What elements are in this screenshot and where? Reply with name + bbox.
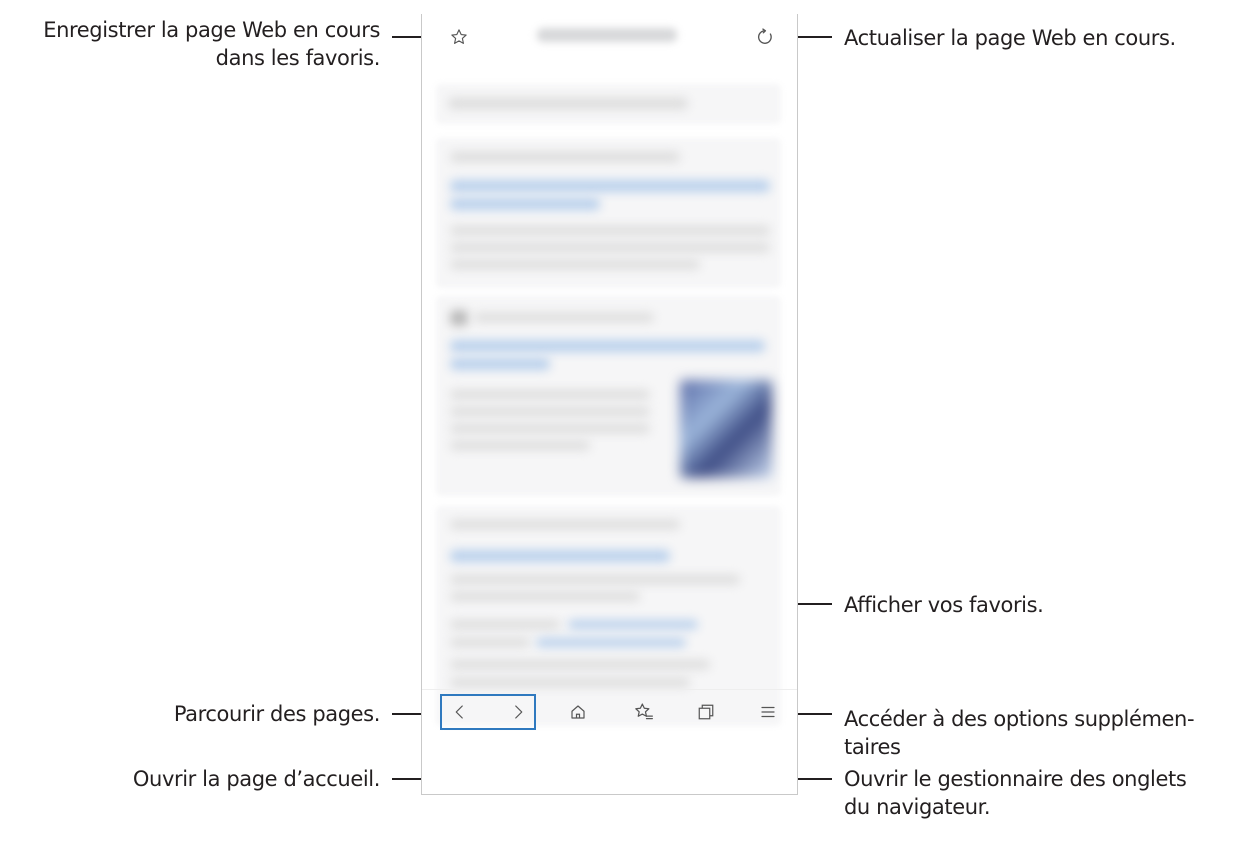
blurred-text (450, 520, 680, 529)
blurred-link (450, 180, 770, 192)
back-chevron-icon[interactable] (448, 700, 472, 724)
home-icon[interactable] (566, 700, 590, 724)
blurred-text (474, 313, 654, 322)
blurred-link (568, 620, 698, 629)
forward-chevron-icon[interactable] (506, 700, 530, 724)
web-page-content[interactable] (428, 60, 791, 731)
bookmarks-list-icon[interactable] (632, 700, 656, 724)
blurred-link (450, 550, 670, 562)
blurred-text (450, 424, 650, 433)
callout-bookmark-page: Enregistrer la page Web en cours dans le… (43, 18, 380, 70)
browser-screen (421, 14, 798, 795)
star-outline-icon[interactable] (448, 26, 470, 48)
blurred-link (536, 638, 686, 647)
blurred-text (450, 592, 640, 601)
blurred-text (450, 620, 560, 629)
blurred-text (450, 678, 690, 687)
url-bar[interactable] (537, 28, 677, 42)
blurred-text (450, 575, 740, 584)
refresh-icon[interactable] (753, 25, 777, 49)
blurred-link (450, 340, 765, 352)
blurred-text (450, 660, 710, 669)
blurred-text (450, 310, 468, 326)
blurred-text (448, 98, 688, 109)
top-toolbar (422, 14, 797, 59)
callout-browse-pages: Parcourir des pages. (173, 702, 381, 726)
blurred-text (450, 638, 530, 647)
blurred-link (450, 358, 550, 370)
callout-home-page: Ouvrir la page d’accueil. (132, 767, 380, 791)
blurred-text (450, 407, 650, 416)
callout-refresh: Actualiser la page Web en cours. (844, 26, 1176, 50)
blurred-text (450, 152, 680, 162)
blurred-text (450, 441, 590, 450)
blurred-text (450, 226, 770, 235)
tabs-icon[interactable] (694, 700, 718, 724)
blurred-link (450, 198, 600, 210)
callout-show-bookmarks: Afficher vos favoris. (844, 593, 1044, 617)
callout-more-options: Accéder à des options supplémen- taires (844, 707, 1195, 759)
blurred-text (450, 260, 700, 269)
blurred-text (450, 390, 650, 399)
callout-tab-manager: Ouvrir le gestionnaire des onglets du na… (844, 767, 1187, 819)
blurred-text (450, 243, 770, 252)
bottom-toolbar (422, 689, 797, 734)
blurred-thumbnail (680, 380, 772, 478)
menu-icon[interactable] (756, 700, 780, 724)
